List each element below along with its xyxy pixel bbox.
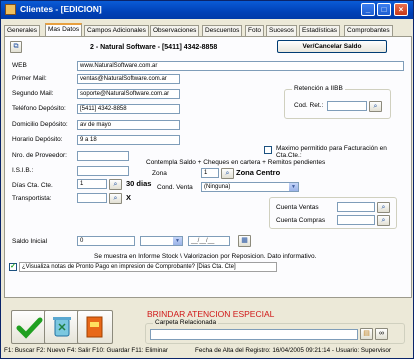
- isib-label: I.S.I.B.:: [12, 167, 34, 174]
- tab-descuentos[interactable]: Descuentos: [202, 25, 243, 36]
- mail1-field[interactable]: ventas@NaturalSoftware.com.ar: [77, 74, 180, 84]
- client-window: Clientes - [EDICION] _ □ × Generales Mas…: [0, 0, 414, 359]
- status-bar: F1: Buscar F2: Nuevo F4: Salir F10: Guar…: [4, 345, 412, 357]
- minimize-button[interactable]: _: [361, 3, 375, 16]
- saldo-combo[interactable]: ▼: [140, 236, 183, 246]
- zona-field[interactable]: 1: [201, 168, 219, 178]
- dias-field[interactable]: 1: [77, 179, 107, 189]
- saldo-date-field[interactable]: __/__/__: [188, 236, 230, 246]
- saldo-chevron-down-icon: ▼: [173, 237, 182, 245]
- search-icon[interactable]: ⌕: [369, 101, 382, 112]
- dias-label: Días Cta. Cte.: [12, 182, 53, 189]
- check-icon: [16, 317, 43, 339]
- hor-field[interactable]: 9 a 18: [77, 135, 180, 145]
- chevron-down-icon: ▼: [289, 183, 298, 191]
- prov-field[interactable]: [77, 151, 129, 161]
- mail2-field[interactable]: soporte@NaturalSoftware.com.ar: [77, 89, 180, 99]
- cod-ret-field[interactable]: [327, 101, 367, 111]
- web-field[interactable]: www.NaturalSoftware.com.ar: [77, 61, 404, 71]
- cuenta-ventas-label: Cuenta Ventas: [276, 204, 319, 211]
- contempla-label: Contempla Saldo + Cheques en cartera + R…: [146, 159, 326, 166]
- cod-ret-label: Cod. Ret.:: [294, 102, 324, 109]
- close-button[interactable]: ×: [394, 3, 408, 16]
- save-button[interactable]: [11, 310, 47, 344]
- notas-label: ¿Visualiza notas de Pronto Pago en impre…: [19, 262, 277, 272]
- copy-icon[interactable]: ⧉: [10, 41, 22, 53]
- retencion-title: Retención a IIBB: [292, 85, 345, 92]
- dom-label: Domicilio Depósito:: [12, 121, 68, 128]
- dias-text: 30 dias: [126, 179, 152, 188]
- transp-field[interactable]: [77, 193, 107, 203]
- carpeta-label: Carpeta Relacionada: [153, 319, 219, 326]
- banner-text: BRINDAR ATENCION ESPECIAL: [147, 309, 275, 319]
- folder-icon[interactable]: ▤: [360, 328, 373, 340]
- transp-search-icon[interactable]: ⌕: [109, 193, 122, 204]
- tel-field[interactable]: [5411] 4342-8858: [77, 104, 180, 114]
- tel-label: Teléfono Depósito:: [12, 105, 66, 112]
- tab-mas-datos[interactable]: Mas Datos: [45, 23, 83, 36]
- exit-button[interactable]: [77, 310, 113, 344]
- calendar-icon[interactable]: ▦: [238, 235, 251, 247]
- info-text: Se muestra en Informe Stock \ Valorizaci…: [94, 253, 317, 260]
- zona-search-icon[interactable]: ⌕: [221, 168, 234, 179]
- dias-search-icon[interactable]: ⌕: [109, 179, 122, 190]
- recycle-bin-icon: [53, 317, 71, 337]
- tab-sucesos[interactable]: Sucesos: [266, 25, 297, 36]
- prov-label: Nro. de Proveedor:: [12, 152, 67, 159]
- tab-strip: Generales Mas Datos Campos Adicionales O…: [4, 23, 412, 36]
- shortcut-keys: F1: Buscar F2: Nuevo F4: Salir F10: Guar…: [4, 347, 169, 354]
- client-header: 2 - Natural Software - [5411] 4342-8858: [90, 44, 218, 51]
- hor-label: Horario Depósito:: [12, 136, 63, 143]
- zona-name: Zona Centro: [236, 168, 281, 177]
- transp-label: Transportista:: [12, 195, 52, 202]
- tab-estadisticas[interactable]: Estadísticas: [299, 25, 341, 36]
- mail1-label: Primer Mail:: [12, 75, 47, 82]
- transp-text: X: [126, 193, 132, 202]
- carpeta-field[interactable]: [150, 329, 358, 340]
- tab-observaciones[interactable]: Observaciones: [150, 25, 200, 36]
- tab-generales[interactable]: Generales: [4, 25, 40, 36]
- tab-comprobantes[interactable]: Comprobantes: [344, 25, 393, 36]
- tab-foto[interactable]: Foto: [245, 25, 265, 36]
- saldo-field[interactable]: 0: [77, 236, 135, 246]
- title-bar: Clientes - [EDICION] _ □ ×: [1, 1, 413, 19]
- cuenta-compras-field[interactable]: [337, 215, 375, 225]
- cuenta-ventas-search-icon[interactable]: ⌕: [377, 202, 390, 213]
- web-label: WEB: [12, 62, 27, 69]
- maximize-button[interactable]: □: [377, 3, 391, 16]
- binoculars-icon[interactable]: ∞: [375, 328, 388, 340]
- mas-datos-panel: ⧉ 2 - Natural Software - [5411] 4342-885…: [4, 36, 412, 298]
- cuenta-compras-search-icon[interactable]: ⌕: [377, 215, 390, 226]
- zona-label: Zona: [152, 170, 167, 177]
- tab-campos-adicionales[interactable]: Campos Adicionales: [84, 25, 149, 36]
- delete-button[interactable]: [44, 310, 80, 344]
- cond-venta-select[interactable]: (Ninguna) ▼: [201, 182, 299, 192]
- cond-venta-value: (Ninguna): [204, 184, 231, 190]
- ver-cancelar-saldo-button[interactable]: Ver/Cancelar Saldo: [277, 40, 387, 53]
- isib-field[interactable]: [77, 166, 129, 176]
- maximo-checkbox[interactable]: [264, 146, 272, 154]
- saldo-label: Saldo Inicial: [12, 238, 48, 245]
- dom-field[interactable]: av de mayo: [77, 120, 180, 130]
- alta-info: Fecha de Alta del Registro: 16/04/2005 0…: [195, 347, 392, 354]
- mail2-label: Segundo Mail:: [12, 90, 54, 97]
- maximo-label: Maximo permitido para Facturación en Cta…: [276, 145, 387, 159]
- cuenta-compras-label: Cuenta Compras: [276, 217, 326, 224]
- window-title: Clientes - [EDICION]: [20, 4, 102, 14]
- app-icon: [5, 4, 16, 15]
- notas-checkbox[interactable]: ✓: [9, 263, 17, 271]
- cond-venta-label: Cond. Venta: [157, 184, 193, 191]
- cuenta-ventas-field[interactable]: [337, 202, 375, 212]
- exit-icon: [86, 316, 103, 338]
